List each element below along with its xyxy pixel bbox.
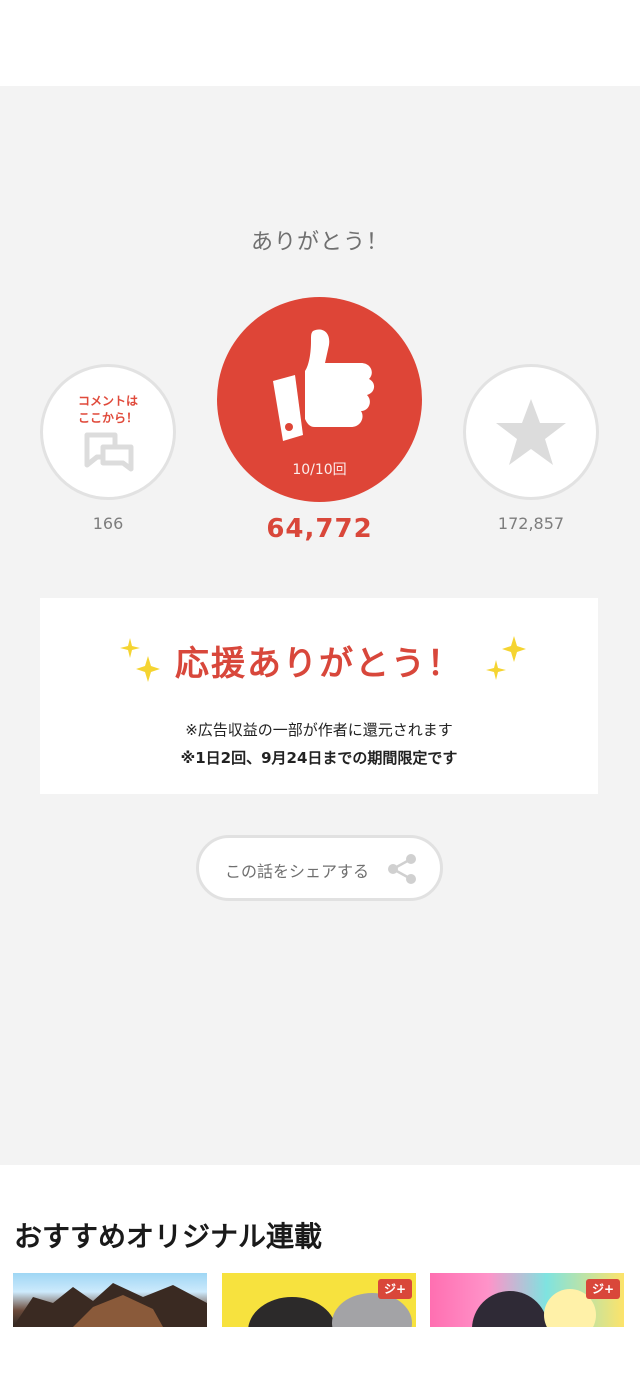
recommend-thumbnail-1[interactable] xyxy=(13,1273,207,1327)
plus-badge: ジ+ xyxy=(586,1279,620,1299)
share-button[interactable]: この話をシェアする xyxy=(196,835,443,901)
comment-cta-line2: ここから！ xyxy=(77,411,138,425)
favorite-count: 172,857 xyxy=(497,514,565,533)
favorite-button[interactable] xyxy=(463,364,599,500)
like-button[interactable]: 10/10回 xyxy=(217,297,422,502)
plus-badge: ジ+ xyxy=(378,1279,412,1299)
recommend-title: おすすめオリジナル連載 xyxy=(14,1220,323,1253)
recommend-thumbnail-3[interactable]: ジ+ xyxy=(430,1273,624,1327)
share-icon xyxy=(388,854,416,884)
thumbnail-art-1 xyxy=(13,1283,207,1327)
thanks-title: ありがとう！ xyxy=(250,230,389,255)
sparkle-right-icon xyxy=(486,636,526,680)
star-icon xyxy=(496,399,566,465)
recommend-thumbnail-2[interactable]: ジ+ xyxy=(222,1273,416,1327)
recommend-section: おすすめオリジナル連載 ジ+ ジ+ xyxy=(0,1165,640,1385)
like-progress: 10/10回 xyxy=(292,462,347,478)
thumbs-up-icon xyxy=(273,329,375,441)
support-note-revenue: ※広告収益の一部が作者に還元されます xyxy=(185,721,453,739)
like-count: 64,772 xyxy=(266,514,373,544)
top-bar xyxy=(0,0,640,86)
main-area: ありがとう！ コメントは ここから！ 166 10/10回 64,772 172… xyxy=(0,86,640,1165)
share-label: この話をシェアする xyxy=(225,862,370,881)
comment-button[interactable]: コメントは ここから！ xyxy=(40,364,176,500)
comment-count: 166 xyxy=(92,514,124,533)
support-note-period: ※1日2回、9月24日までの期間限定です xyxy=(180,749,458,767)
support-card: 応援ありがとう！ ※広告収益の一部が作者に還元されます ※1日2回、9月24日ま… xyxy=(40,598,598,794)
comment-icon xyxy=(84,432,134,472)
comment-cta-line1: コメントは xyxy=(77,394,138,408)
comment-cta: コメントは ここから！ xyxy=(43,393,173,427)
